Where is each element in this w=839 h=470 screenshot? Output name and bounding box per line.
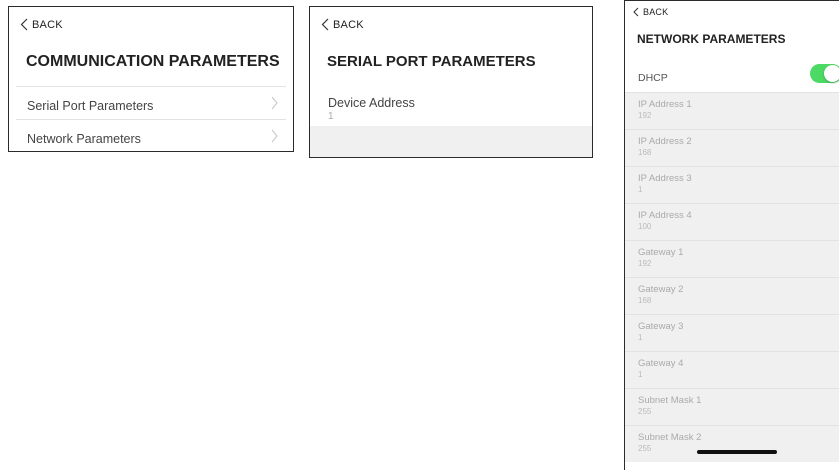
list-item-label: Network Parameters xyxy=(27,132,141,146)
chevron-left-icon xyxy=(20,18,28,31)
gateway-2-field: Gateway 2 168 xyxy=(625,277,839,314)
toggle-knob xyxy=(824,65,839,82)
field-value: 192 xyxy=(638,259,652,268)
list-item-serial-port-parameters[interactable]: Serial Port Parameters xyxy=(16,86,286,119)
gateway-3-field: Gateway 3 1 xyxy=(625,314,839,351)
back-button[interactable]: BACK xyxy=(20,18,63,31)
field-label: IP Address 3 xyxy=(638,173,692,184)
back-button[interactable]: BACK xyxy=(633,7,668,17)
page-title: COMMUNICATION PARAMETERS xyxy=(26,53,280,70)
ip-address-1-field: IP Address 1 192 xyxy=(625,92,839,129)
page-title: NETWORK PARAMETERS xyxy=(637,32,786,46)
field-value: 192 xyxy=(638,111,652,120)
field-value: 1 xyxy=(638,333,643,342)
dhcp-row: DHCP xyxy=(625,56,839,92)
serial-port-parameters-screen: BACK SERIAL PORT PARAMETERS Device Addre… xyxy=(309,6,593,158)
gateway-1-field: Gateway 1 192 xyxy=(625,240,839,277)
chevron-left-icon xyxy=(321,18,329,31)
back-label: BACK xyxy=(32,18,63,31)
field-label: Subnet Mask 1 xyxy=(638,395,702,406)
field-value: 168 xyxy=(638,148,652,157)
home-indicator xyxy=(697,450,777,454)
settings-list: DHCP IP Address 1 192 IP Address 2 168 I… xyxy=(625,56,839,462)
communication-parameters-screen: BACK COMMUNICATION PARAMETERS Serial Por… xyxy=(8,6,294,152)
page-title: SERIAL PORT PARAMETERS xyxy=(327,53,536,70)
chevron-right-icon xyxy=(271,129,278,143)
subnet-mask-2-field: Subnet Mask 2 255 xyxy=(625,425,839,462)
dhcp-label: DHCP xyxy=(638,72,668,84)
settings-list: Serial Port Parameters Network Parameter… xyxy=(16,86,286,151)
back-label: BACK xyxy=(643,7,669,17)
list-footer xyxy=(310,126,592,157)
field-value: 100 xyxy=(638,222,652,231)
field-label: Gateway 1 xyxy=(638,247,684,258)
field-value: 255 xyxy=(638,407,652,416)
field-label: Gateway 3 xyxy=(638,321,684,332)
field-label: IP Address 2 xyxy=(638,136,692,147)
field-label: Device Address xyxy=(328,96,415,110)
chevron-right-icon xyxy=(271,96,278,110)
field-label: Gateway 2 xyxy=(638,284,684,295)
ip-address-3-field: IP Address 3 1 xyxy=(625,166,839,203)
field-label: Gateway 4 xyxy=(638,358,684,369)
list-item-network-parameters[interactable]: Network Parameters xyxy=(16,119,286,151)
field-label: IP Address 1 xyxy=(638,99,692,110)
chevron-left-icon xyxy=(633,7,639,17)
list-footer xyxy=(9,151,293,152)
gateway-4-field: Gateway 4 1 xyxy=(625,351,839,388)
ip-address-2-field: IP Address 2 168 xyxy=(625,129,839,166)
ip-address-4-field: IP Address 4 100 xyxy=(625,203,839,240)
subnet-mask-1-field: Subnet Mask 1 255 xyxy=(625,388,839,425)
back-button[interactable]: BACK xyxy=(321,18,364,31)
back-label: BACK xyxy=(333,18,364,31)
field-value: 168 xyxy=(638,296,652,305)
field-value: 1 xyxy=(638,185,643,194)
network-parameters-screen: BACK NETWORK PARAMETERS DHCP IP Address … xyxy=(624,0,839,470)
field-value: 1 xyxy=(638,370,643,379)
field-label: Subnet Mask 2 xyxy=(638,432,702,443)
dhcp-toggle[interactable] xyxy=(810,64,839,83)
field-value: 1 xyxy=(328,111,334,122)
list-item-label: Serial Port Parameters xyxy=(27,99,154,113)
field-label: IP Address 4 xyxy=(638,210,692,221)
